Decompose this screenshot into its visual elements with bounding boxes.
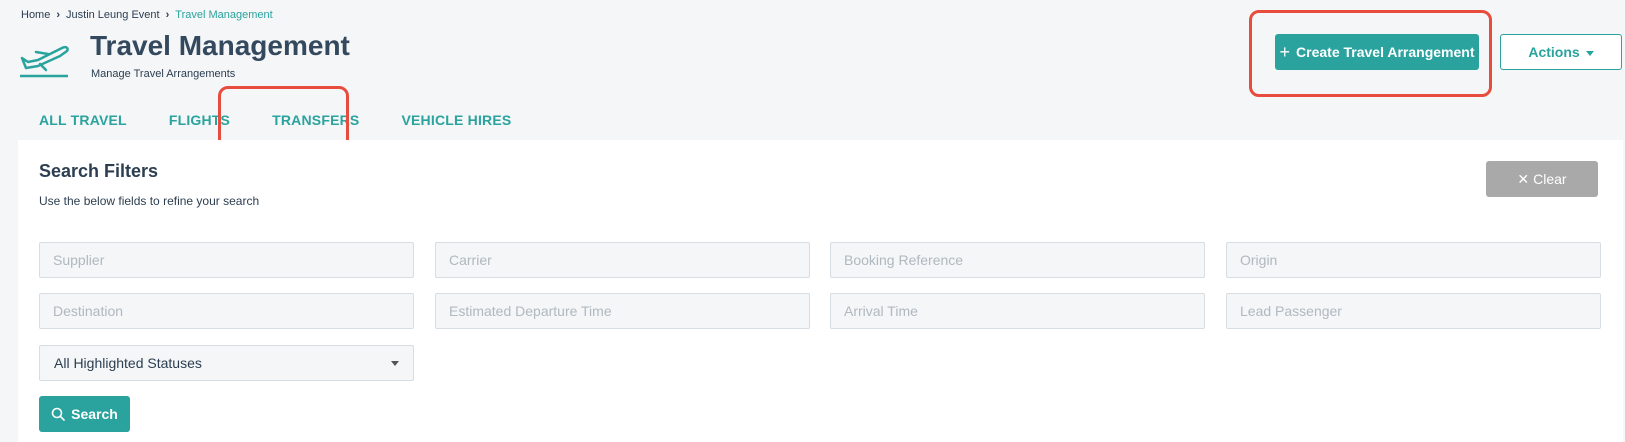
travel-tabs: ALL TRAVEL FLIGHTS TRANSFERS VEHICLE HIR…	[18, 106, 532, 134]
search-button[interactable]: Search	[39, 396, 130, 432]
breadcrumb: Home › Justin Leung Event › Travel Manag…	[21, 9, 273, 21]
plane-icon	[20, 45, 69, 78]
breadcrumb-home[interactable]: Home	[21, 9, 50, 21]
arrival-time-input[interactable]	[830, 293, 1205, 329]
clear-button-label: Clear	[1533, 171, 1567, 187]
actions-button-label: Actions	[1528, 44, 1580, 60]
tab-flights[interactable]: FLIGHTS	[148, 106, 251, 134]
caret-down-icon	[1585, 50, 1594, 56]
breadcrumb-current: Travel Management	[175, 9, 273, 21]
plus-icon: +	[1279, 42, 1291, 62]
origin-input[interactable]	[1226, 242, 1601, 278]
search-button-label: Search	[71, 406, 118, 422]
tab-transfers[interactable]: TRANSFERS	[251, 106, 380, 134]
caret-down-icon	[391, 360, 399, 366]
create-button-label: Create Travel Arrangement	[1296, 44, 1475, 60]
search-filters-title: Search Filters	[39, 161, 159, 181]
actions-dropdown-button[interactable]: Actions	[1500, 34, 1622, 70]
status-select[interactable]: All Highlighted Statuses	[39, 345, 414, 381]
chevron-right-icon: ›	[56, 9, 61, 21]
search-filters-description: Use the below fields to refine your sear…	[39, 194, 260, 208]
destination-input[interactable]	[39, 293, 414, 329]
breadcrumb-event[interactable]: Justin Leung Event	[66, 9, 160, 21]
page-title: Travel Management	[90, 30, 350, 61]
search-icon	[51, 407, 65, 421]
chevron-right-icon: ›	[165, 9, 170, 21]
booking-reference-input[interactable]	[830, 242, 1205, 278]
clear-button[interactable]: ✕ Clear	[1486, 161, 1598, 197]
page-subtitle: Manage Travel Arrangements	[91, 68, 236, 80]
status-select-value: All Highlighted Statuses	[54, 355, 202, 371]
supplier-input[interactable]	[39, 242, 414, 278]
tab-all-travel[interactable]: ALL TRAVEL	[18, 106, 148, 134]
search-filters-panel: Search Filters Use the below fields to r…	[18, 140, 1623, 442]
tab-vehicle-hires[interactable]: VEHICLE HIRES	[380, 106, 532, 134]
close-icon: ✕	[1517, 170, 1530, 187]
carrier-input[interactable]	[435, 242, 810, 278]
create-travel-arrangement-button[interactable]: + Create Travel Arrangement	[1275, 34, 1479, 70]
estimated-departure-time-input[interactable]	[435, 293, 810, 329]
lead-passenger-input[interactable]	[1226, 293, 1601, 329]
